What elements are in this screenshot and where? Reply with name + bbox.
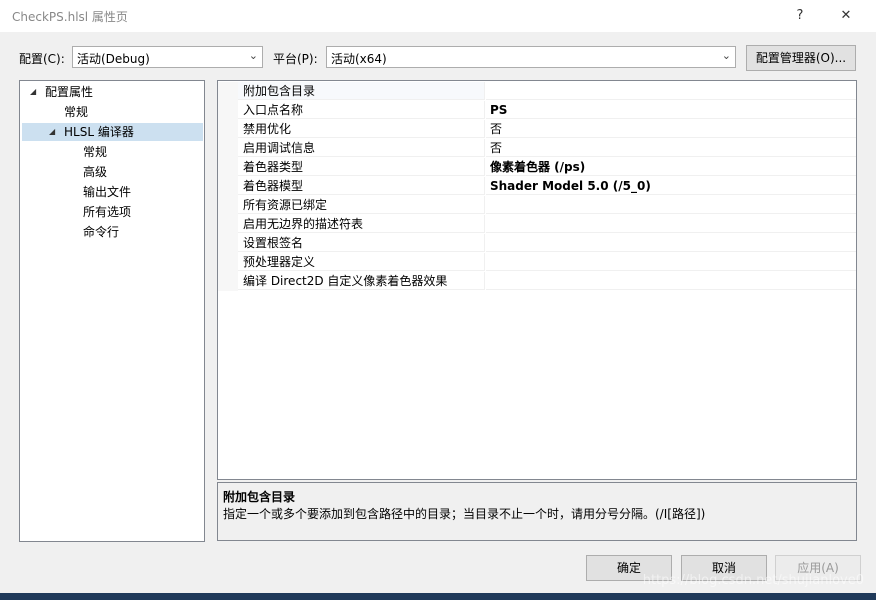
description-panel: 附加包含目录 指定一个或多个要添加到包含路径中的目录；当目录不止一个时，请用分号…	[217, 482, 857, 541]
window-frame-bottom	[0, 593, 876, 600]
tree-item-all-options[interactable]: 所有选项	[20, 203, 204, 221]
property-name: 启用无边界的描述符表	[238, 215, 485, 233]
property-value[interactable]: Shader Model 5.0 (/5_0)	[486, 177, 856, 195]
tree-item-hlsl-general[interactable]: 常规	[20, 143, 204, 161]
property-name: 禁用优化	[238, 120, 485, 138]
tree-item-output-files[interactable]: 输出文件	[20, 183, 204, 201]
help-icon[interactable]: ?	[782, 4, 818, 28]
property-tree[interactable]: ◢ 配置属性 常规 ◢ HLSL 编译器 常规 高级 输出文件 所有选项 命令行	[19, 80, 205, 542]
tree-item-config-properties[interactable]: ◢ 配置属性	[20, 83, 204, 101]
property-name: 设置根签名	[238, 234, 485, 252]
description-text: 指定一个或多个要添加到包含路径中的目录；当目录不止一个时，请用分号分隔。(/I[…	[223, 507, 706, 521]
title-bar: CheckPS.hlsl 属性页 ? ✕	[0, 0, 876, 32]
property-row[interactable]: 启用调试信息 否	[218, 139, 856, 158]
property-value[interactable]	[486, 82, 856, 100]
property-value[interactable]	[486, 196, 856, 214]
property-value[interactable]	[486, 253, 856, 271]
property-name: 着色器类型	[238, 158, 485, 176]
config-value: 活动(Debug)	[77, 52, 150, 66]
chevron-down-icon: ⌄	[248, 49, 258, 62]
property-row[interactable]: 附加包含目录	[218, 82, 856, 101]
property-row[interactable]: 入口点名称 PS	[218, 101, 856, 120]
platform-dropdown[interactable]: 活动(x64) ⌄	[326, 46, 736, 68]
description-title: 附加包含目录	[223, 490, 296, 504]
property-name: 预处理器定义	[238, 253, 485, 271]
platform-label: 平台(P):	[273, 52, 318, 66]
property-row[interactable]: 着色器模型 Shader Model 5.0 (/5_0)	[218, 177, 856, 196]
tree-item-hlsl-compiler[interactable]: ◢ HLSL 编译器	[22, 123, 203, 141]
expanded-triangle-icon[interactable]: ◢	[49, 123, 55, 141]
chevron-down-icon: ⌄	[721, 49, 731, 62]
property-value[interactable]: 像素着色器 (/ps)	[486, 158, 856, 176]
watermark: https://blog.csdn.net/shujianlove0	[642, 573, 864, 588]
tree-item-command-line[interactable]: 命令行	[20, 223, 204, 241]
property-row[interactable]: 着色器类型 像素着色器 (/ps)	[218, 158, 856, 177]
config-manager-button[interactable]: 配置管理器(O)...	[746, 45, 856, 71]
property-name: 所有资源已绑定	[238, 196, 485, 214]
expanded-triangle-icon[interactable]: ◢	[30, 83, 36, 101]
platform-value: 活动(x64)	[331, 52, 387, 66]
property-value[interactable]	[486, 272, 856, 290]
property-value[interactable]: PS	[486, 101, 856, 119]
property-name: 入口点名称	[238, 101, 485, 119]
property-row[interactable]: 设置根签名	[218, 234, 856, 253]
close-icon[interactable]: ✕	[828, 4, 864, 28]
property-value[interactable]	[486, 215, 856, 233]
property-name: 启用调试信息	[238, 139, 485, 157]
property-name: 着色器模型	[238, 177, 485, 195]
property-name: 编译 Direct2D 自定义像素着色器效果	[238, 272, 485, 290]
tree-item-general[interactable]: 常规	[20, 103, 204, 121]
property-name: 附加包含目录	[238, 82, 485, 100]
property-value[interactable]: 否	[486, 139, 856, 157]
property-row[interactable]: 编译 Direct2D 自定义像素着色器效果	[218, 272, 856, 291]
property-value[interactable]	[486, 234, 856, 252]
config-label: 配置(C):	[19, 52, 65, 66]
property-grid[interactable]: 附加包含目录 入口点名称 PS 禁用优化 否 启用调试信息 否 着色器类型 像素…	[217, 80, 857, 480]
property-row[interactable]: 预处理器定义	[218, 253, 856, 272]
property-row[interactable]: 启用无边界的描述符表	[218, 215, 856, 234]
window-title: CheckPS.hlsl 属性页	[12, 10, 128, 24]
property-value[interactable]: 否	[486, 120, 856, 138]
config-dropdown[interactable]: 活动(Debug) ⌄	[72, 46, 263, 68]
tree-item-advanced[interactable]: 高级	[20, 163, 204, 181]
property-row[interactable]: 所有资源已绑定	[218, 196, 856, 215]
property-row[interactable]: 禁用优化 否	[218, 120, 856, 139]
